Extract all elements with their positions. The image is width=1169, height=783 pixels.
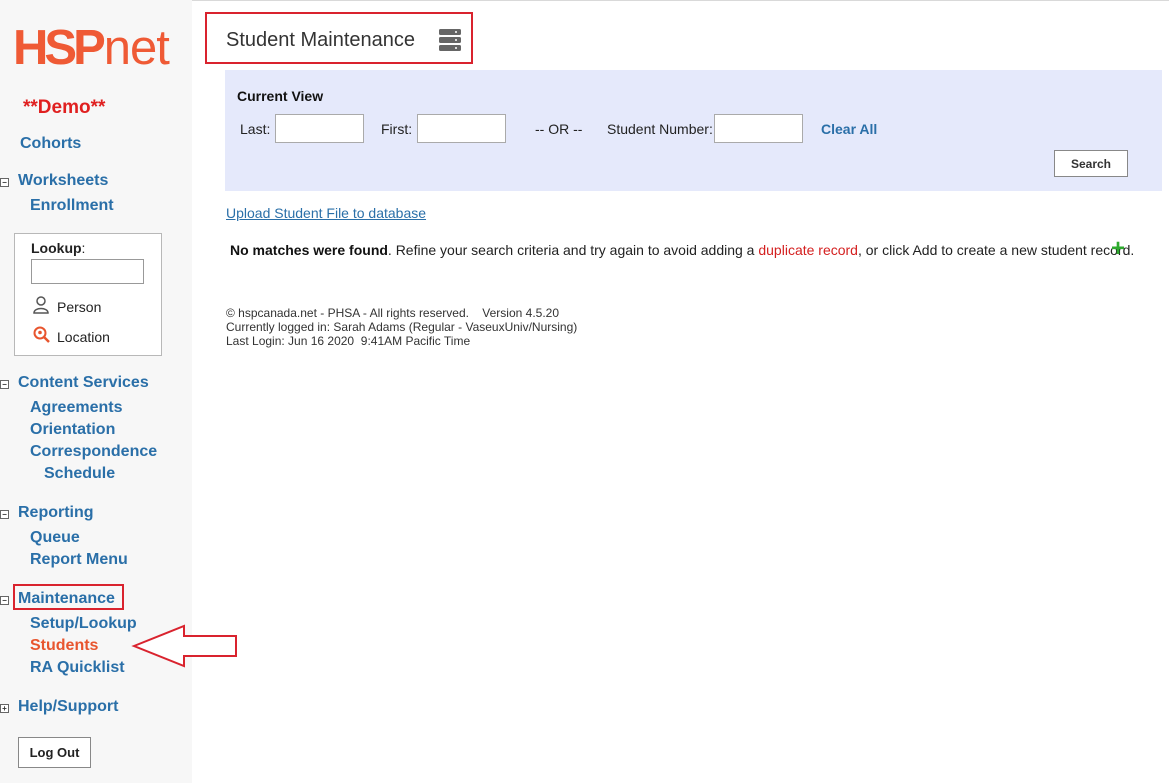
maintenance-highlight-box	[13, 584, 124, 610]
last-name-label: Last:	[240, 121, 271, 137]
demo-label: **Demo**	[23, 97, 106, 118]
nav-worksheets[interactable]: Worksheets	[18, 172, 108, 190]
lookup-panel: Lookup: Person Location	[14, 233, 162, 356]
lookup-input[interactable]	[31, 259, 144, 284]
upload-student-file-link[interactable]: Upload Student File to database	[226, 205, 426, 221]
nav-schedule[interactable]: Schedule	[44, 465, 115, 483]
database-icon[interactable]	[439, 29, 461, 51]
nav-orientation[interactable]: Orientation	[30, 421, 115, 439]
nav-enrollment[interactable]: Enrollment	[30, 197, 114, 215]
collapse-reporting-icon[interactable]: −	[0, 510, 9, 519]
footer: © hspcanada.net - PHSA - All rights rese…	[226, 306, 577, 348]
nav-setup-lookup[interactable]: Setup/Lookup	[30, 615, 137, 633]
top-divider	[192, 0, 1169, 1]
first-name-input[interactable]	[417, 114, 506, 143]
current-view-heading: Current View	[237, 88, 324, 104]
last-name-input[interactable]	[275, 114, 364, 143]
add-student-plus-icon[interactable]: +	[1111, 237, 1125, 261]
no-matches-message: No matches were found. Refine your searc…	[230, 242, 1135, 258]
nav-help-support[interactable]: Help/Support	[18, 698, 118, 716]
nav-queue[interactable]: Queue	[30, 529, 80, 547]
page-title: Student Maintenance	[226, 29, 416, 51]
nav-ra-quicklist[interactable]: RA Quicklist	[30, 659, 125, 677]
clear-all-link[interactable]: Clear All	[821, 121, 877, 137]
lookup-label: Lookup:	[31, 240, 86, 256]
nav-report-menu[interactable]: Report Menu	[30, 551, 128, 569]
hspnet-logo[interactable]: HSPnet	[13, 22, 170, 74]
search-button[interactable]: Search	[1054, 150, 1128, 177]
collapse-maintenance-icon[interactable]: −	[0, 596, 9, 605]
student-number-label: Student Number:	[607, 121, 713, 137]
nav-content-services[interactable]: Content Services	[18, 374, 149, 392]
nav-cohorts[interactable]: Cohorts	[20, 135, 81, 153]
or-separator: -- OR --	[535, 121, 583, 137]
collapse-content-services-icon[interactable]: −	[0, 380, 9, 389]
footer-last-login: Last Login: Jun 16 2020 9:41AM Pacific T…	[226, 334, 471, 348]
footer-copyright: © hspcanada.net - PHSA - All rights rese…	[226, 306, 560, 320]
collapse-worksheets-icon[interactable]: −	[0, 178, 9, 187]
nav-students[interactable]: Students	[30, 637, 98, 655]
students-pointer-arrow	[131, 624, 237, 668]
first-name-label: First:	[381, 121, 413, 137]
student-number-input[interactable]	[714, 114, 803, 143]
lookup-location[interactable]: Location	[33, 326, 110, 347]
nav-reporting[interactable]: Reporting	[18, 504, 94, 522]
logout-button[interactable]: Log Out	[18, 737, 91, 768]
nav-agreements[interactable]: Agreements	[30, 399, 122, 417]
location-search-icon	[33, 326, 51, 347]
nav-correspondence[interactable]: Correspondence	[30, 443, 157, 461]
search-panel: Current View Last: First: -- OR -- Stude…	[225, 70, 1162, 191]
duplicate-record-link[interactable]: duplicate record	[758, 242, 858, 258]
footer-logged-in: Currently logged in: Sarah Adams (Regula…	[226, 320, 578, 334]
expand-help-support-icon[interactable]: +	[0, 704, 9, 713]
lookup-person[interactable]: Person	[33, 296, 101, 317]
person-icon	[33, 296, 51, 317]
